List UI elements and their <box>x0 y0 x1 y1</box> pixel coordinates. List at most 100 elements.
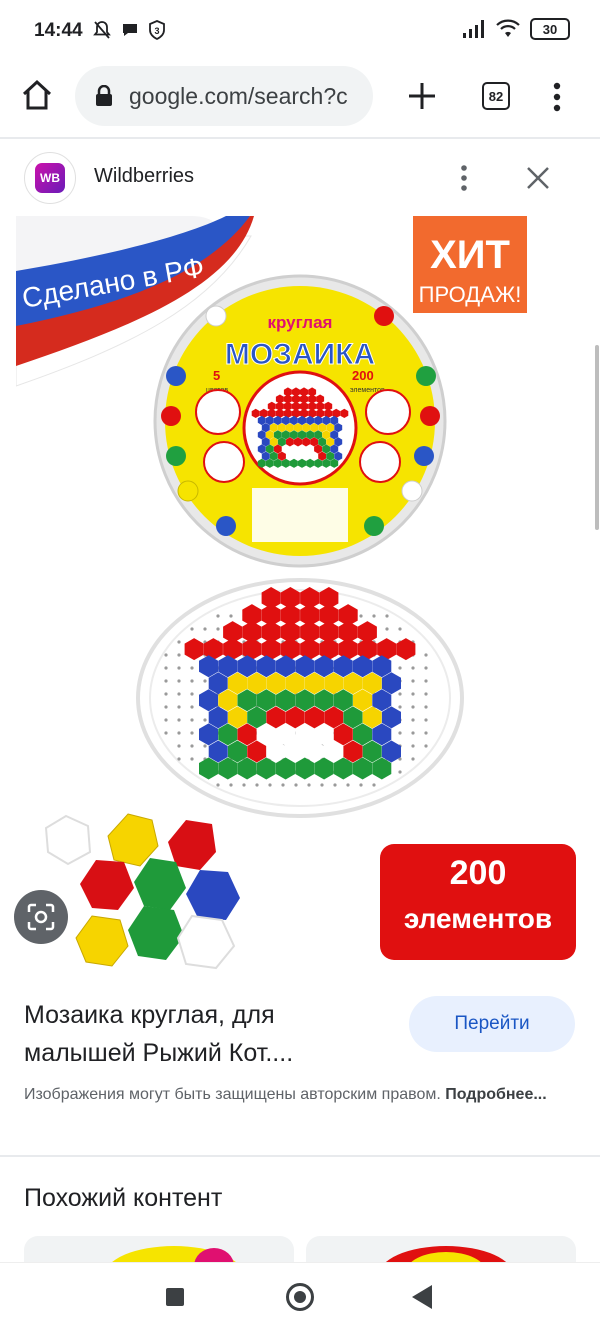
tray-hole <box>333 783 337 787</box>
address-bar[interactable]: google.com/search?c <box>75 66 373 126</box>
tray-hole <box>411 705 415 709</box>
tray-hole <box>411 718 415 722</box>
similar-content-title: Похожий контент <box>24 1184 223 1212</box>
tray-hole <box>242 783 246 787</box>
copyright-notice: Изображения могут быть защищены авторски… <box>24 1082 564 1107</box>
tray-hole <box>164 731 168 735</box>
more-vert-icon[interactable] <box>456 162 472 194</box>
tray-hole <box>398 666 402 670</box>
home-nav-button[interactable] <box>286 1283 314 1311</box>
chat-bubble-icon <box>123 24 137 36</box>
tray-hole <box>190 692 194 696</box>
copyright-text: Изображения могут быть защищены авторски… <box>24 1086 446 1103</box>
tray-hole <box>177 718 181 722</box>
tray-hole <box>190 731 194 735</box>
status-time: 14:44 <box>34 20 83 41</box>
tray-hole <box>346 783 350 787</box>
tray-hole <box>229 783 233 787</box>
visit-button[interactable]: Перейти <box>409 996 575 1052</box>
tray-hole <box>177 666 181 670</box>
tray-hole <box>359 783 363 787</box>
tray-hole <box>424 653 428 657</box>
svg-text:3: 3 <box>154 26 159 36</box>
tray-hole <box>398 705 402 709</box>
more-vert-icon[interactable] <box>552 82 562 112</box>
tray-hole <box>398 731 402 735</box>
tray-hole <box>281 783 285 787</box>
bell-muted-icon <box>93 21 111 39</box>
tray-hole <box>320 783 324 787</box>
home-nav-dot <box>294 1291 306 1303</box>
scrollbar-thumb[interactable] <box>595 345 599 530</box>
tray-hole <box>424 718 428 722</box>
tray-hole <box>164 692 168 696</box>
close-icon[interactable] <box>524 164 552 192</box>
tray-hole <box>190 679 194 683</box>
home-icon[interactable] <box>20 78 54 112</box>
tray-hole <box>372 614 376 618</box>
source-header: WB Wildberries <box>0 140 600 216</box>
new-tab-icon[interactable] <box>406 80 438 112</box>
signal-icon <box>463 20 484 38</box>
tray-hole <box>424 705 428 709</box>
learn-more-link[interactable]: Подробнее... <box>445 1086 546 1103</box>
tray-hole <box>398 692 402 696</box>
tray-hole <box>268 783 272 787</box>
tray-hole <box>203 679 207 683</box>
back-button[interactable] <box>412 1285 432 1309</box>
tray-hole <box>398 770 402 774</box>
tray-hole <box>372 783 376 787</box>
tray-hole <box>411 731 415 735</box>
tray-hole <box>203 744 207 748</box>
lock-icon <box>96 85 112 106</box>
box-label-big: МОЗАИКА <box>225 338 375 371</box>
box-colors-count: 5 <box>213 368 220 383</box>
tray-hole <box>177 744 181 748</box>
source-favicon: WB <box>24 152 76 204</box>
tray-hole <box>294 783 298 787</box>
tray-hole <box>398 627 402 631</box>
lens-icon <box>27 903 55 931</box>
tray-hole <box>177 705 181 709</box>
tray-hole <box>385 614 389 618</box>
result-title[interactable]: Мозаика круглая, для малышей Рыжий Кот..… <box>24 996 384 1072</box>
tray-hole <box>216 783 220 787</box>
tray-hole <box>190 705 194 709</box>
tray-hole <box>216 614 220 618</box>
url-text: google.com/search?c <box>129 83 348 109</box>
tray-hole <box>424 744 428 748</box>
tray-hole <box>424 731 428 735</box>
tray-hole <box>190 718 194 722</box>
status-notification-icons: 3 <box>92 20 166 40</box>
tray-hole <box>164 718 168 722</box>
battery-indicator: 30 <box>530 18 570 40</box>
tray-hole <box>411 744 415 748</box>
shield-three-icon: 3 <box>149 20 165 40</box>
box-label-small: круглая <box>268 313 333 332</box>
product-image[interactable]: Сделано в РФ ХИТ ПРОДАЖ! круглая МОЗАИКА… <box>16 216 584 970</box>
tray-hole <box>411 666 415 670</box>
source-name[interactable]: Wildberries <box>94 165 194 188</box>
tray-hole <box>164 705 168 709</box>
tray-hole <box>359 614 363 618</box>
tray-hole <box>424 679 428 683</box>
tray-hole <box>203 627 207 631</box>
tray-hole <box>255 783 259 787</box>
tray-hole <box>164 666 168 670</box>
toolbar-divider <box>0 137 600 139</box>
hit-badge-line2: ПРОДАЖ! <box>419 282 522 307</box>
recents-button[interactable] <box>166 1288 184 1306</box>
lens-search-button[interactable] <box>14 890 68 944</box>
loose-pieces <box>44 813 240 970</box>
tray-hole <box>411 679 415 683</box>
status-bar: 14:44 3 30 <box>0 0 600 64</box>
tray-hole <box>177 731 181 735</box>
tray-hole <box>229 614 233 618</box>
tray-hole <box>177 757 181 761</box>
elements-badge-word: элементов <box>404 903 552 934</box>
wildberries-logo: WB <box>35 163 65 193</box>
tray-hole <box>424 666 428 670</box>
tray-hole <box>177 679 181 683</box>
tab-switcher-button[interactable]: 82 <box>482 82 510 110</box>
tray-hole <box>190 744 194 748</box>
